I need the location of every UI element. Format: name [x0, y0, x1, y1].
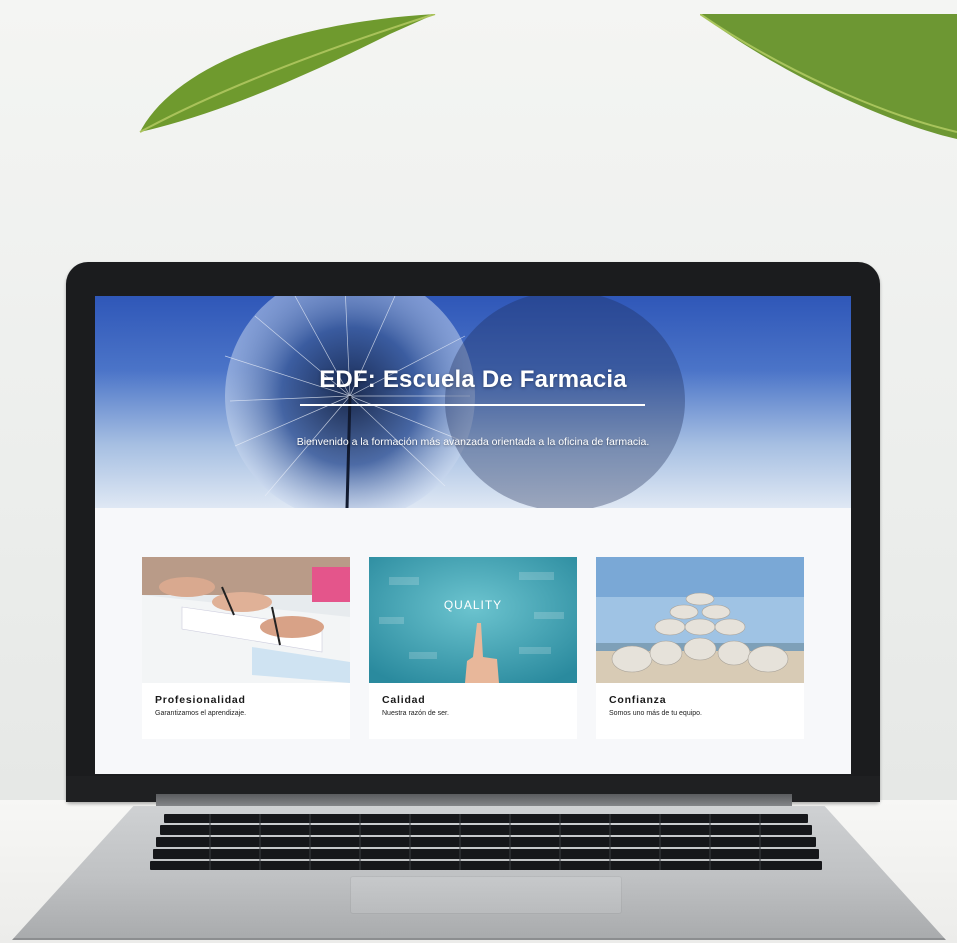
card-title: Confianza: [609, 694, 667, 706]
right-leaf-decoration: [700, 14, 957, 139]
students-writing-image: [142, 557, 350, 683]
quality-touch-image: QUALITY: [369, 557, 577, 683]
card-title: Calidad: [382, 694, 426, 706]
card-title: Profesionalidad: [155, 694, 246, 706]
left-leaf-decoration: [139, 14, 436, 133]
card-description: Nuestra razón de ser.: [382, 710, 449, 717]
dandelion-image: [224, 296, 685, 508]
title-underline: [300, 404, 645, 406]
hero-banner: EDF: Escuela De Farmacia Bienvenido a la…: [95, 296, 851, 508]
card-profesionalidad[interactable]: Profesionalidad Garantizamos el aprendiz…: [142, 557, 350, 739]
trackpad: [350, 876, 622, 914]
laptop-keyboard: [150, 814, 822, 870]
laptop-hinge: [156, 794, 792, 808]
card-description: Garantizamos el aprendizaje.: [155, 710, 247, 717]
card-description: Somos uno más de tu equipo.: [609, 710, 703, 717]
hero-subtitle: Bienvenido a la formación más avanzada o…: [296, 436, 650, 448]
feature-cards: Profesionalidad Garantizamos el aprendiz…: [142, 557, 804, 739]
page-title: EDF: Escuela De Farmacia: [319, 366, 627, 393]
quality-label: QUALITY: [444, 598, 502, 612]
stacked-stones-image: [596, 557, 804, 683]
card-confianza[interactable]: Confianza Somos uno más de tu equipo.: [596, 557, 804, 739]
laptop-screen: EDF: Escuela De Farmacia Bienvenido a la…: [95, 296, 851, 774]
card-calidad[interactable]: QUALITY Calidad Nuestra razón de ser.: [369, 557, 577, 739]
